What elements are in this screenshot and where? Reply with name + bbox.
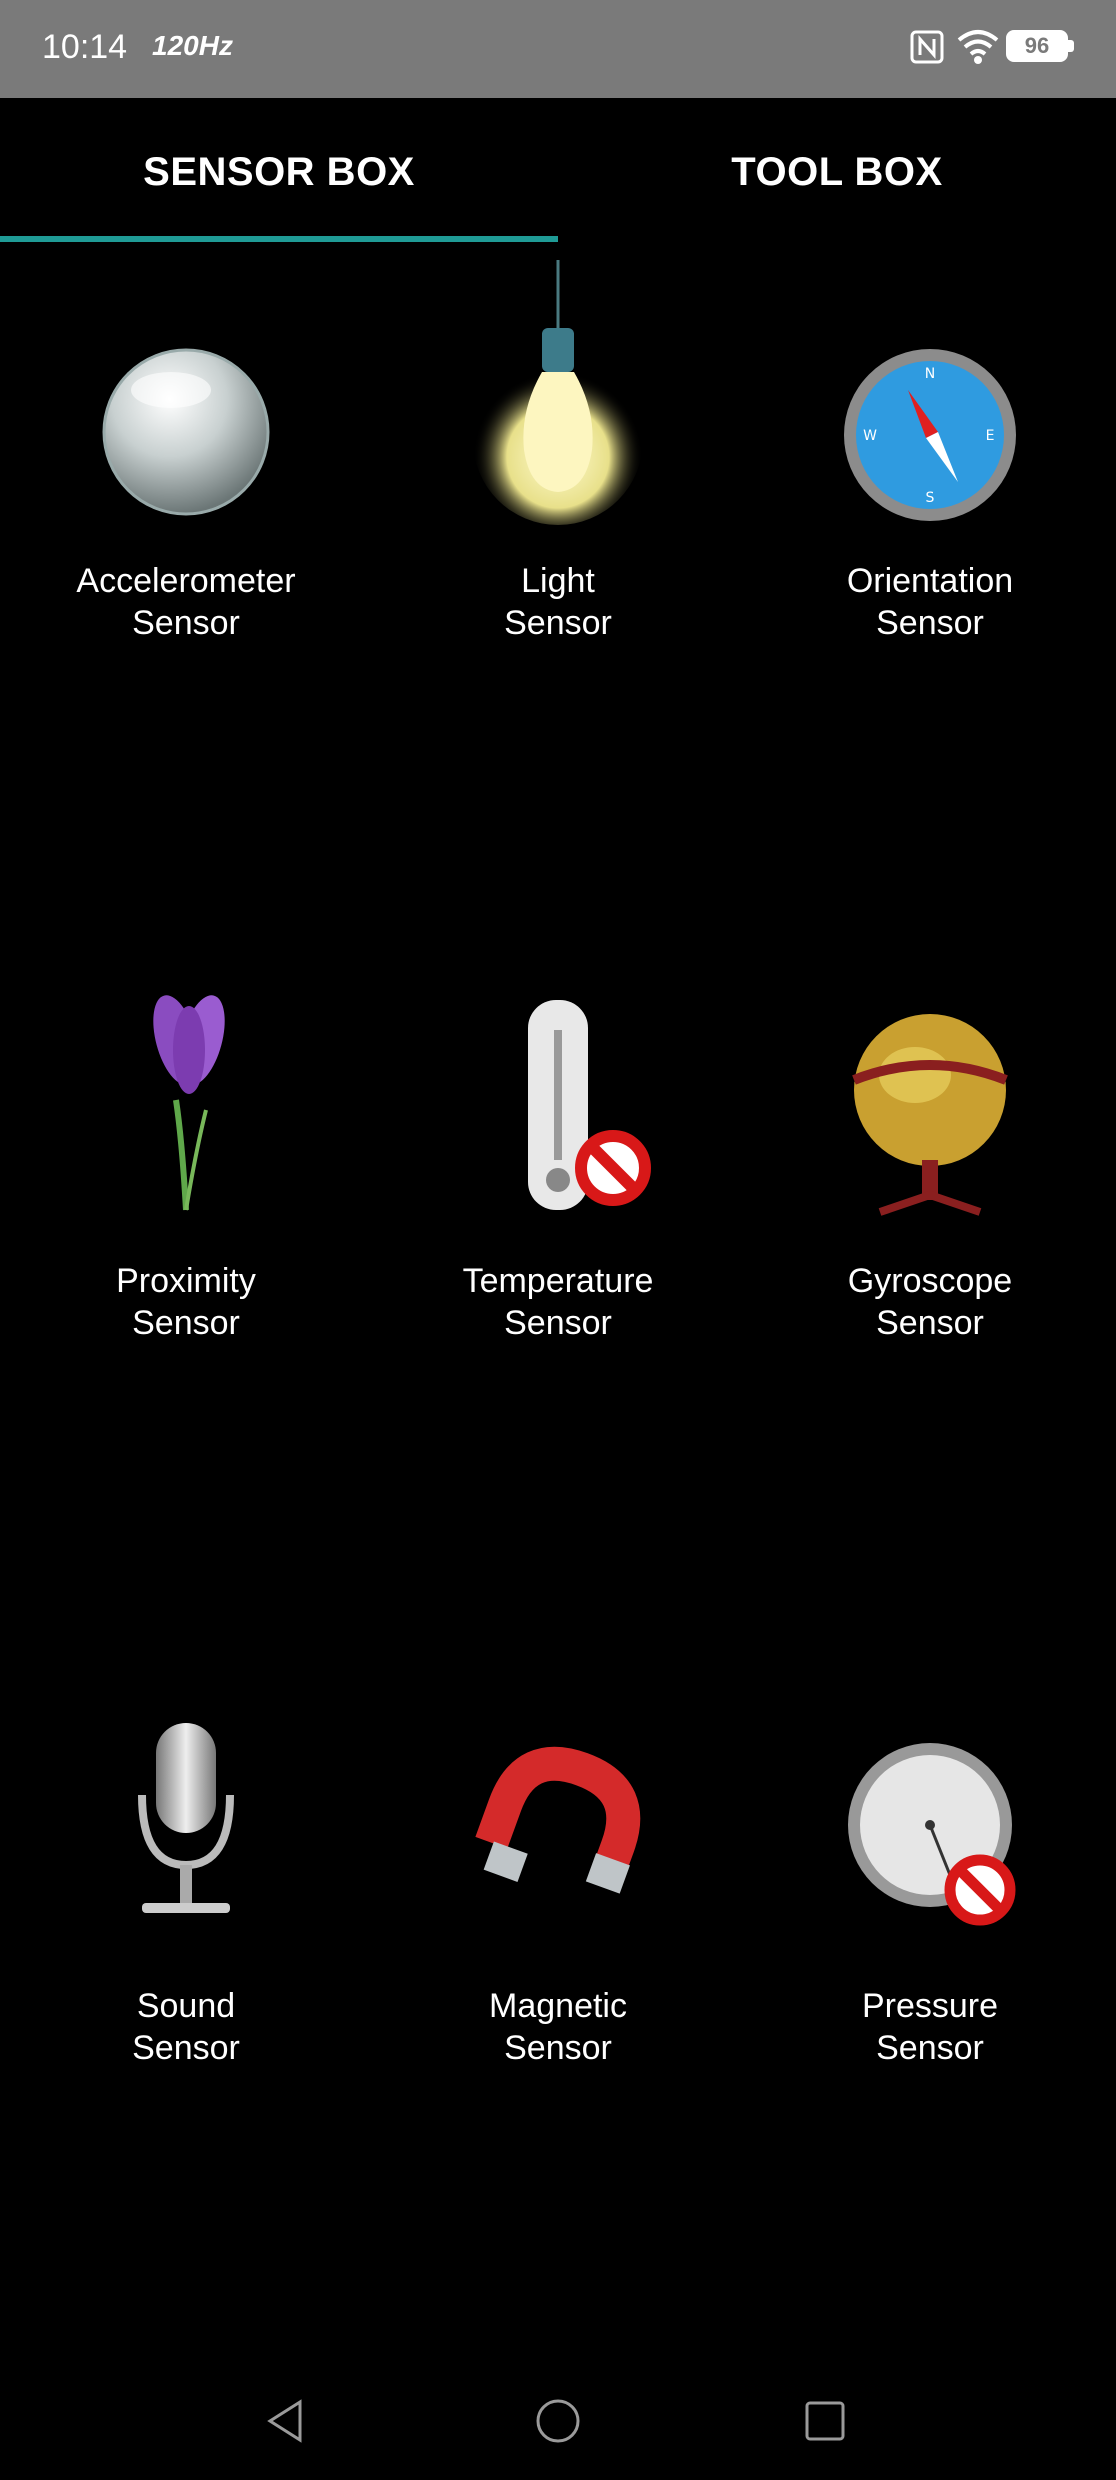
- sensor-label: Pressure Sensor: [861, 1987, 999, 2067]
- sensor-proximity[interactable]: Proximity Sensor: [0, 990, 372, 1370]
- tab-bar: SENSOR BOX TOOL BOX: [0, 98, 1116, 244]
- svg-text:N: N: [925, 366, 935, 382]
- sensor-orientation[interactable]: N S W E Orientation Sensor: [744, 300, 1116, 660]
- nfc-icon: [910, 30, 944, 64]
- sensor-accelerometer[interactable]: Accelerometer Sensor: [0, 300, 372, 660]
- wifi-icon: [957, 30, 999, 64]
- back-icon[interactable]: [262, 2396, 312, 2446]
- home-icon[interactable]: [533, 2396, 583, 2446]
- horseshoe-magnet-icon: [475, 1746, 641, 1894]
- glass-sphere-icon: [102, 348, 270, 516]
- sensor-label: Temperature Sensor: [462, 1262, 654, 1342]
- battery-nub: [1068, 40, 1074, 52]
- refresh-rate-indicator: 120Hz: [152, 30, 233, 61]
- sensor-label: Light Sensor: [504, 562, 612, 642]
- sensor-label: Orientation Sensor: [846, 562, 1014, 642]
- sensor-gyroscope[interactable]: Gyroscope Sensor: [744, 990, 1116, 1370]
- sensor-pressure[interactable]: Pressure Sensor: [744, 1715, 1116, 2085]
- status-time: 10:14: [42, 28, 128, 66]
- svg-text:W: W: [863, 428, 877, 444]
- sensor-label: Accelerometer Sensor: [76, 562, 296, 642]
- compass-icon: N S W E: [844, 349, 1016, 521]
- sensor-label: Sound Sensor: [132, 1987, 240, 2067]
- sensor-label: Gyroscope Sensor: [847, 1262, 1013, 1342]
- globe-gyroscope-icon: [852, 1014, 1008, 1216]
- light-bulb-icon: [473, 260, 643, 525]
- svg-text:E: E: [986, 428, 995, 444]
- barometer-unavailable-icon: [848, 1743, 1016, 1926]
- battery-level: 96: [1024, 33, 1050, 58]
- tab-sensor-box[interactable]: SENSOR BOX: [0, 98, 558, 244]
- crocus-flower-icon: [153, 995, 225, 1211]
- sensor-temperature[interactable]: Temperature Sensor: [372, 990, 744, 1370]
- sensor-sound[interactable]: Sound Sensor: [0, 1715, 372, 2085]
- svg-text:S: S: [926, 490, 935, 506]
- microphone-icon: [138, 1723, 234, 1913]
- sensor-label: Magnetic Sensor: [489, 1987, 627, 2067]
- sensor-light[interactable]: Light Sensor: [372, 260, 744, 660]
- thermometer-unavailable-icon: [528, 1000, 651, 1210]
- status-bar: 10:14 120Hz 96: [0, 0, 1116, 98]
- tab-indicator: [0, 236, 558, 242]
- sensor-label: Proximity Sensor: [116, 1262, 256, 1342]
- recents-icon[interactable]: [800, 2396, 850, 2446]
- tab-tool-box[interactable]: TOOL BOX: [558, 98, 1116, 244]
- sensor-magnetic[interactable]: Magnetic Sensor: [372, 1715, 744, 2085]
